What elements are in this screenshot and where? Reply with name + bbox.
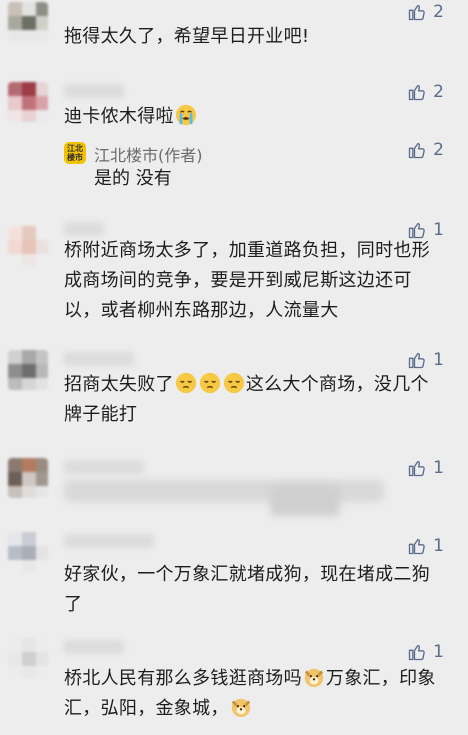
comment-text: 招商太失败了 这么大个商场，没几个牌子能打 (64, 372, 429, 425)
like-count: 1 (433, 536, 444, 556)
thumbs-up-icon (407, 2, 427, 22)
avatar[interactable] (8, 226, 48, 266)
like-button[interactable]: 1 (407, 350, 444, 370)
avatar[interactable] (8, 458, 48, 498)
comment-text: 桥附近商场太多了，加重道路负担，同时也形成商场间的竞争，要是开到威尼斯这边还可以… (64, 240, 430, 321)
comment-text: 拖得太久了，希望早日开业吧! (64, 26, 310, 47)
pensive-face-icon (199, 372, 220, 394)
like-count: 2 (433, 140, 444, 160)
reply-like-button[interactable]: 2 (407, 140, 444, 160)
username[interactable] (64, 460, 144, 474)
redacted-comment-text (270, 486, 340, 516)
thumbs-up-icon (407, 536, 427, 556)
thumbs-up-icon (407, 82, 427, 102)
avatar[interactable] (8, 350, 48, 390)
like-count: 1 (433, 642, 444, 662)
pensive-face-icon (223, 372, 244, 394)
avatar[interactable] (8, 2, 48, 42)
pensive-face-icon (175, 372, 196, 394)
like-button[interactable]: 2 (407, 82, 444, 102)
thumbs-up-icon (407, 458, 427, 478)
like-button[interactable]: 2 (407, 2, 444, 22)
like-button[interactable]: 1 (407, 642, 444, 662)
author-name[interactable]: 江北楼市(作者) (94, 142, 203, 166)
username[interactable] (64, 640, 124, 654)
username[interactable] (64, 534, 154, 548)
username[interactable] (64, 222, 104, 236)
comment-text: 好家伙，一个万象汇就堵成狗，现在堵成二狗了 (64, 564, 430, 615)
loudly-crying-face-icon (175, 104, 196, 126)
like-count: 2 (433, 82, 444, 102)
username[interactable] (64, 84, 124, 98)
like-count: 1 (433, 350, 444, 370)
reply-text: 是的 没有 (94, 168, 172, 189)
comment-text: 桥北人民有那么多钱逛商场吗 万象汇，印象汇，弘阳，金象城， (64, 668, 436, 719)
username[interactable] (64, 352, 134, 366)
like-count: 1 (433, 458, 444, 478)
dog-face-icon (304, 668, 324, 688)
thumbs-up-icon (407, 140, 427, 160)
avatar[interactable] (8, 532, 48, 572)
comment-text: 迪卡侬木得啦 (64, 102, 444, 132)
like-button[interactable]: 1 (407, 536, 444, 556)
thumbs-up-icon (407, 642, 427, 662)
author-badge: 江北楼市 (64, 142, 86, 164)
avatar[interactable] (8, 638, 48, 678)
dog-face-icon (231, 698, 250, 718)
thumbs-up-icon (407, 350, 427, 370)
like-count: 2 (433, 2, 444, 22)
avatar[interactable] (8, 82, 48, 122)
like-button[interactable]: 1 (407, 458, 444, 478)
